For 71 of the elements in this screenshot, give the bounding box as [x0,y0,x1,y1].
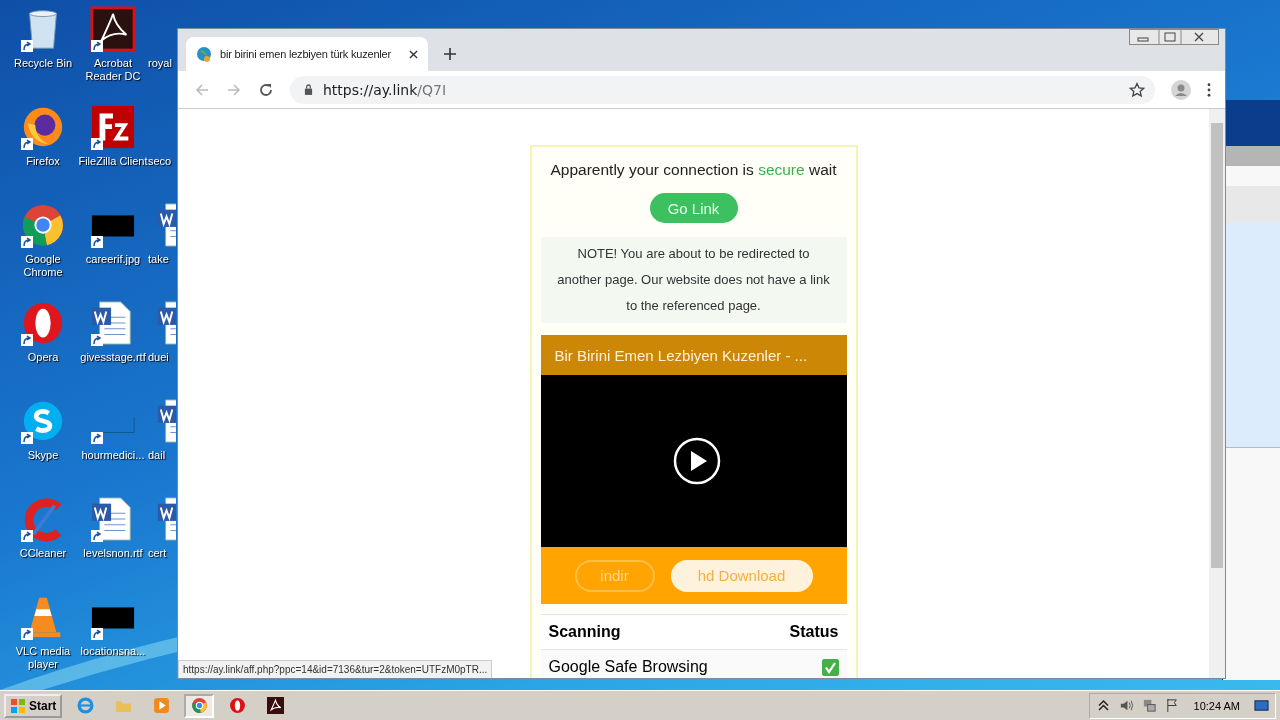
menu-icon[interactable] [1207,82,1211,97]
shortcut-arrow-icon [91,138,103,150]
globe-icon [196,46,212,62]
shortcut-arrow-icon [21,432,33,444]
desktop-icon-label[interactable]: seco [148,155,172,168]
scan-name: Google Safe Browsing [548,658,708,676]
media-player-icon [152,697,170,714]
window-controls[interactable] [1129,29,1219,45]
close-icon[interactable] [409,49,418,59]
shortcut-arrow-icon [21,530,33,542]
desktop-icon-label[interactable]: take [148,253,169,266]
shortcut-arrow-icon [21,40,33,52]
desktop-icon-label[interactable]: VLC media player [8,645,78,671]
chrome-icon[interactable] [20,202,66,248]
desktop-icon-label[interactable]: dail [148,449,166,462]
desktop-icon-label[interactable]: careerif.jpg [85,253,141,266]
shortcut-arrow-icon [91,40,103,52]
desktop-icon-label[interactable]: CCleaner [19,547,67,560]
column-header: Scanning [548,623,621,640]
desktop-icon-label[interactable]: royal [148,57,172,70]
desktop-icon-label[interactable]: locationsna... [80,645,146,658]
desktop-icon-label[interactable]: hourmedici... [81,449,145,462]
profile-icon[interactable] [1171,79,1191,100]
desktop-icon-label[interactable]: Recycle Bin [13,57,73,70]
shortcut-arrow-icon [91,334,103,346]
desktop-icon-label[interactable]: cert [148,547,167,560]
network-icon[interactable] [1141,698,1157,713]
connection-message: Apparently your connection is secure wait [549,161,838,179]
clock[interactable]: 10:24 AM [1193,699,1240,712]
shortcut-arrow-icon [91,432,103,444]
shortcut-arrow-icon [91,530,103,542]
new-tab-icon[interactable] [444,48,456,60]
desktop-icon-label[interactable]: Opera [27,351,59,364]
reload-icon[interactable] [258,81,274,98]
desktop-icon-label[interactable]: FileZilla Client [78,155,148,168]
desktop-icon-label[interactable]: Acrobat Reader DC [78,57,148,83]
desktop-icon-label[interactable]: givesstage.rtf [80,351,146,364]
opera-icon [228,697,246,714]
desktop-icon-label[interactable]: Google Chrome [8,253,78,279]
windows-logo-icon [10,697,26,714]
shortcut-arrow-icon [21,628,33,640]
desktop-icon-label[interactable]: levelsnon.rtf [83,547,143,560]
acrobat-icon[interactable] [90,6,136,52]
address-bar[interactable]: https://ay.link/Q7I [290,75,1155,104]
shortcut-arrow-icon [21,236,33,248]
desktop-icon-label[interactable]: duei [148,351,169,364]
bookmark-star-icon[interactable] [1129,81,1145,98]
play-icon[interactable] [672,437,721,485]
start-button[interactable]: Start [4,693,63,718]
column-header: Status [789,623,839,640]
desktop-icon-label[interactable]: Firefox [26,155,60,168]
video-title: Bir Birini Emen Lezbiyen Kuzenler - ... [554,346,808,364]
redirect-note: NOTE! You are about to be redirected to another page. Our website does not have a link to the referenced page. [540,237,847,323]
shortcut-arrow-icon [21,138,33,150]
desktop-icon-label[interactable]: Skype [27,449,59,462]
url-text: https://ay.link/Q7I [323,81,448,98]
show-desktop-icon[interactable] [1254,698,1269,713]
status-url: https://ay.link/aff.php?ppc=14&id=7136&tur=2&token=UTFzM0pTR... [178,660,493,678]
browser-tab[interactable]: bir birini emen lezbiyen türk kuzenler [186,37,428,71]
scrollbar[interactable] [1209,109,1225,678]
lock-icon [304,84,313,95]
volume-icon[interactable] [1118,698,1134,713]
shortcut-arrow-icon [21,334,33,346]
shortcut-arrow-icon [91,628,103,640]
filezilla-icon[interactable] [90,104,136,150]
acrobat-icon [266,697,284,714]
tab-title: bir birini emen lezbiyen türk kuzenler [220,48,392,60]
flag-icon[interactable] [1164,698,1180,713]
chrome-icon [190,697,208,714]
browser-e-icon [76,697,94,714]
shortcut-arrow-icon [91,236,103,248]
